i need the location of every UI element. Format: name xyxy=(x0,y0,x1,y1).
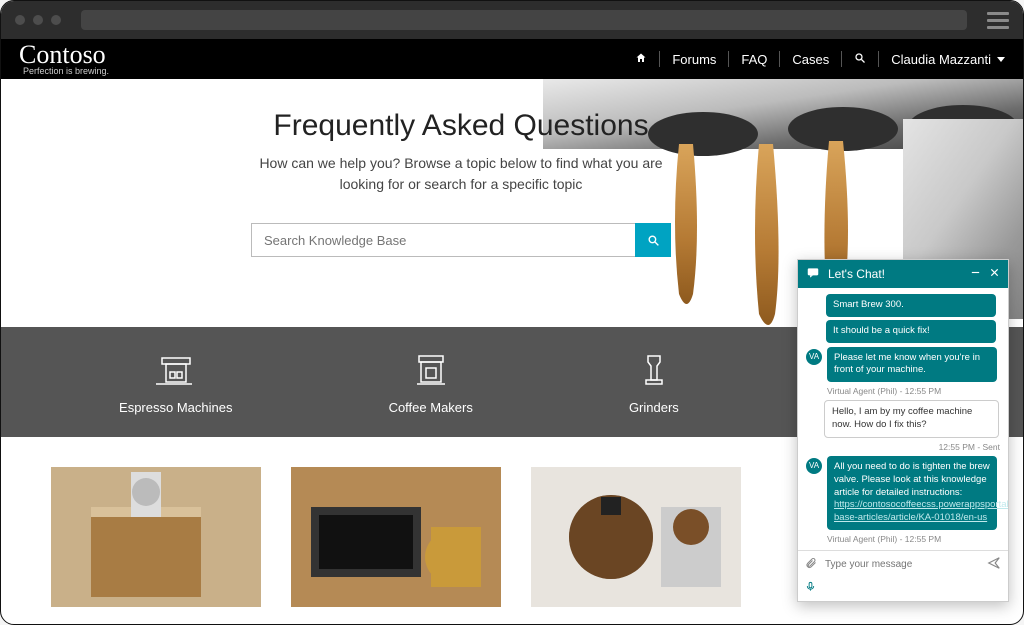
agent-message: Smart Brew 300. xyxy=(826,294,996,317)
browser-chrome xyxy=(1,1,1023,39)
agent-avatar: VA xyxy=(806,458,822,474)
attachment-icon[interactable] xyxy=(805,557,817,572)
chevron-down-icon xyxy=(997,57,1005,62)
user-name: Claudia Mazzanti xyxy=(891,52,991,67)
user-message: Hello, I am by my coffee machine now. Ho… xyxy=(824,400,999,438)
grinder-icon xyxy=(634,350,674,390)
message-meta: Virtual Agent (Phil) - 12:55 PM xyxy=(827,534,1000,544)
category-coffeemakers[interactable]: Coffee Makers xyxy=(389,350,473,415)
category-grinders[interactable]: Grinders xyxy=(629,350,679,415)
chat-body: Smart Brew 300. It should be a quick fix… xyxy=(798,288,1008,550)
agent-avatar: VA xyxy=(806,349,822,365)
category-label: Grinders xyxy=(629,400,679,415)
nav-cases[interactable]: Cases xyxy=(792,52,829,67)
site-header: Contoso Perfection is brewing. Forums FA… xyxy=(1,39,1023,79)
category-label: Espresso Machines xyxy=(119,400,232,415)
user-menu[interactable]: Claudia Mazzanti xyxy=(891,52,1005,67)
message-meta: 12:55 PM - Sent xyxy=(806,442,1000,452)
minimize-icon[interactable] xyxy=(970,267,981,281)
chat-icon xyxy=(806,266,820,283)
article-card[interactable] xyxy=(531,467,741,607)
chat-input-row xyxy=(798,550,1008,578)
page-title: Frequently Asked Questions xyxy=(151,109,771,143)
search-icon xyxy=(647,234,660,247)
window-dot[interactable] xyxy=(15,15,25,25)
agent-message: Please let me know when you're in front … xyxy=(827,347,997,383)
logo-text: Contoso xyxy=(19,42,109,68)
search-button[interactable] xyxy=(635,223,671,257)
article-card[interactable] xyxy=(291,467,501,607)
send-icon[interactable] xyxy=(987,556,1001,573)
chat-title: Let's Chat! xyxy=(828,267,962,281)
espresso-machine-icon xyxy=(156,350,196,390)
mic-icon[interactable] xyxy=(798,578,1008,601)
logo[interactable]: Contoso Perfection is brewing. xyxy=(19,42,109,76)
hamburger-menu-icon[interactable] xyxy=(987,12,1009,29)
kb-search xyxy=(251,223,671,257)
window-dot[interactable] xyxy=(33,15,43,25)
agent-message: All you need to do is tighten the brew v… xyxy=(827,456,997,530)
nav-forums[interactable]: Forums xyxy=(672,52,716,67)
category-espresso[interactable]: Espresso Machines xyxy=(119,350,232,415)
agent-message: It should be a quick fix! xyxy=(826,320,996,343)
logo-tagline: Perfection is brewing. xyxy=(23,66,109,76)
article-card[interactable] xyxy=(51,467,261,607)
coffee-maker-icon xyxy=(411,350,451,390)
chat-widget: Let's Chat! Smart Brew 300. It should be… xyxy=(797,259,1009,602)
browser-frame: Contoso Perfection is brewing. Forums FA… xyxy=(0,0,1024,625)
page-subtitle: How can we help you? Browse a topic belo… xyxy=(251,153,671,195)
home-icon[interactable] xyxy=(635,51,647,67)
message-meta: Virtual Agent (Phil) - 12:55 PM xyxy=(827,386,1000,396)
address-bar[interactable] xyxy=(81,10,967,30)
category-label: Coffee Makers xyxy=(389,400,473,415)
close-icon[interactable] xyxy=(989,267,1000,281)
chat-header: Let's Chat! xyxy=(798,260,1008,288)
search-icon[interactable] xyxy=(854,52,866,67)
search-input[interactable] xyxy=(251,223,635,257)
nav-faq[interactable]: FAQ xyxy=(741,52,767,67)
kb-article-link[interactable]: https://contosocoffeecss.powerappsportal… xyxy=(834,499,1008,523)
top-nav: Forums FAQ Cases Claudia Mazzanti xyxy=(635,51,1005,67)
chat-text-input[interactable] xyxy=(825,559,979,570)
window-dot[interactable] xyxy=(51,15,61,25)
